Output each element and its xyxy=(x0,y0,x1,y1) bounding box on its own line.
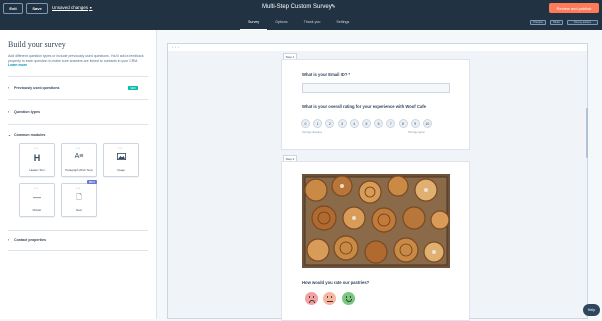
nps-option[interactable]: 9 xyxy=(410,119,420,128)
nps-scale: 0 1 2 3 4 5 6 7 8 9 10 xyxy=(301,119,432,128)
sidebar-description-text: Add different question types or include … xyxy=(8,54,144,63)
next-page-icon: 🗋 xyxy=(76,194,82,201)
module-next[interactable]: BETA ••• 🗋 Next xyxy=(61,180,97,217)
nps-option[interactable]: 8 xyxy=(398,119,408,128)
nps-option[interactable]: 0 xyxy=(301,119,310,128)
section-label: Question types xyxy=(14,110,40,114)
rich-text-icon: A≡ xyxy=(74,153,84,160)
canvas-scrollbar[interactable] xyxy=(586,108,588,158)
module-label: Image xyxy=(117,168,125,172)
nps-option[interactable]: 4 xyxy=(349,119,359,128)
module-divider[interactable]: ••• — Divider xyxy=(19,183,55,217)
section-contact-properties[interactable]: › Contact properties xyxy=(8,235,148,245)
module-label: Next xyxy=(76,208,82,212)
module-label: Divider xyxy=(32,208,42,212)
review-and-publish-button[interactable]: Review and publish xyxy=(549,3,599,13)
image-icon xyxy=(104,153,138,162)
save-button[interactable]: Save xyxy=(26,3,48,14)
nps-option[interactable]: 3 xyxy=(337,119,347,128)
module-label: Header Text xyxy=(29,168,45,172)
exit-button[interactable]: Exit xyxy=(3,3,23,14)
section-label: Previously used questions xyxy=(14,86,60,90)
editor-tabs: Survey Options Thank you Settings xyxy=(240,19,357,30)
nps-option[interactable]: 6 xyxy=(374,119,384,128)
unsaved-changes-label: Unsaved changes xyxy=(52,5,89,10)
drag-handle-icon: ••• xyxy=(118,146,123,150)
unsaved-changes-dropdown[interactable]: Unsaved changes▼ xyxy=(52,5,93,10)
learn-more-link[interactable]: Learn more xyxy=(8,63,27,67)
new-badge: NEW xyxy=(128,86,138,90)
section-label: Contact properties xyxy=(14,238,46,242)
module-label: Paragraph (Rich Text) xyxy=(65,168,93,172)
happy-face-icon[interactable] xyxy=(342,292,355,305)
survey-actions-button[interactable]: Survey actions xyxy=(567,20,598,25)
caret-down-icon: ▼ xyxy=(89,6,93,10)
drag-handle-icon[interactable]: • • • xyxy=(172,45,180,49)
divider xyxy=(8,230,148,231)
share-button[interactable]: Share xyxy=(550,20,563,25)
section-label: Common modules xyxy=(14,133,46,137)
nps-option[interactable]: 5 xyxy=(361,119,371,128)
neutral-face-icon[interactable] xyxy=(323,292,336,305)
tab-options[interactable]: Options xyxy=(267,19,295,30)
divider xyxy=(8,250,148,251)
question-pastries: How would you rate our pastries? xyxy=(302,280,370,285)
sidebar-title: Build your survey xyxy=(8,40,66,49)
beta-badge: BETA xyxy=(87,180,97,184)
tab-settings[interactable]: Settings xyxy=(328,19,357,30)
section-question-types[interactable]: › Question types xyxy=(8,107,148,117)
nps-option[interactable]: 7 xyxy=(386,119,396,128)
preview-button[interactable]: Preview xyxy=(530,20,546,25)
question-email: What is your Email ID? * xyxy=(302,72,351,77)
drag-handle-icon: ••• xyxy=(76,186,81,190)
sidebar-description: Add different question types or include … xyxy=(8,54,145,68)
drag-handle-icon: ••• xyxy=(34,146,39,150)
help-button[interactable]: Help xyxy=(583,304,600,316)
nps-option[interactable]: 2 xyxy=(325,119,335,128)
divider xyxy=(8,76,148,77)
divider xyxy=(8,124,148,125)
survey-title: Multi-Step Custom Survey xyxy=(262,4,332,10)
divider-icon: — xyxy=(33,193,41,202)
top-navigation-bar: Exit Save Unsaved changes▼ Multi-Step Cu… xyxy=(0,0,602,30)
pencil-icon[interactable]: ✎ xyxy=(331,4,336,10)
sad-face-icon[interactable] xyxy=(305,292,318,305)
tab-survey[interactable]: Survey xyxy=(240,19,268,30)
heading-icon: H xyxy=(33,153,41,163)
module-header-text[interactable]: ••• H Header Text xyxy=(19,143,55,177)
divider xyxy=(8,99,148,100)
nps-high-label: Strongly agree xyxy=(408,131,425,134)
nps-option[interactable]: 1 xyxy=(313,119,323,128)
question-rating: What is your overall rating for your exp… xyxy=(302,104,426,109)
pastries-image[interactable] xyxy=(302,174,450,268)
section-previously-used-questions[interactable]: › Previously used questions xyxy=(8,83,148,93)
email-field[interactable] xyxy=(302,83,450,93)
module-image[interactable]: ••• Image xyxy=(103,143,139,177)
module-rich-text[interactable]: ••• A≡ Paragraph (Rich Text) xyxy=(61,143,97,177)
section-common-modules[interactable]: ⌄ Common modules xyxy=(8,130,148,140)
drag-handle-icon: ••• xyxy=(76,146,81,150)
nps-option[interactable]: 10 xyxy=(422,119,432,128)
tab-thank-you[interactable]: Thank you xyxy=(296,19,329,30)
drag-handle-icon: ••• xyxy=(34,186,39,190)
nps-low-label: Strongly disagree xyxy=(302,131,323,134)
